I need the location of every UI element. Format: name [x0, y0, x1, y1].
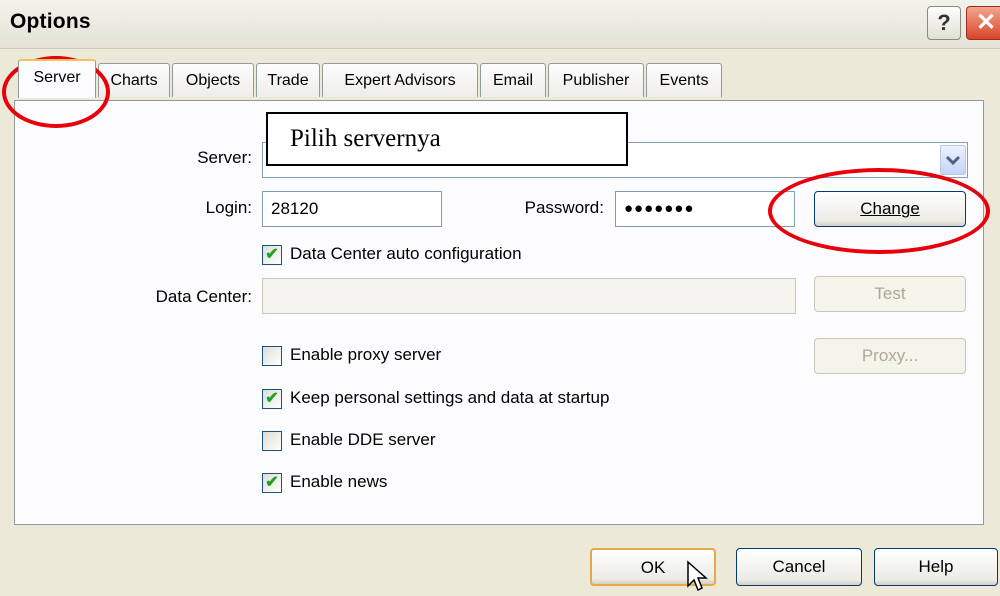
- login-label: Login:: [205, 198, 252, 217]
- data-center-auto-label: Data Center auto configuration: [290, 244, 522, 263]
- tab-email[interactable]: Email: [480, 63, 546, 97]
- close-button[interactable]: ✕: [966, 6, 1000, 40]
- help-button[interactable]: Help: [874, 548, 998, 586]
- enable-proxy-checkbox[interactable]: [262, 346, 282, 366]
- tab-events[interactable]: Events: [646, 63, 722, 97]
- tab-publisher[interactable]: Publisher: [548, 63, 644, 97]
- question-icon: ?: [937, 10, 951, 35]
- data-center-auto-checkbox[interactable]: ✔: [262, 245, 282, 265]
- annotation-callout: Pilih servernya: [266, 112, 628, 166]
- password-label: Password:: [524, 198, 604, 217]
- window-title: Options: [10, 10, 91, 33]
- data-center-label: Data Center:: [155, 287, 252, 306]
- enable-dde-checkbox[interactable]: [262, 431, 282, 451]
- close-icon: ✕: [975, 9, 997, 36]
- data-center-input[interactable]: [262, 278, 796, 314]
- proxy-button[interactable]: Proxy...: [814, 338, 966, 374]
- help-title-button[interactable]: ?: [927, 6, 961, 40]
- checkmark-icon: ✔: [265, 390, 279, 407]
- enable-dde-label: Enable DDE server: [290, 430, 436, 449]
- title-bar: [0, 0, 1000, 49]
- tab-trade[interactable]: Trade: [256, 63, 320, 97]
- change-button-highlight-circle: [768, 168, 990, 254]
- keep-settings-checkbox[interactable]: ✔: [262, 389, 282, 409]
- enable-news-checkbox[interactable]: ✔: [262, 473, 282, 493]
- keep-settings-label: Keep personal settings and data at start…: [290, 388, 610, 407]
- test-button[interactable]: Test: [814, 276, 966, 312]
- tab-objects[interactable]: Objects: [172, 63, 254, 97]
- server-label: Server:: [197, 148, 252, 167]
- mouse-pointer-icon: [687, 560, 708, 592]
- checkmark-icon: ✔: [265, 246, 279, 263]
- cancel-button[interactable]: Cancel: [736, 548, 862, 586]
- checkmark-icon: ✔: [265, 474, 279, 491]
- enable-proxy-label: Enable proxy server: [290, 345, 442, 364]
- tab-expert-advisors[interactable]: Expert Advisors: [322, 63, 478, 97]
- server-dropdown-button[interactable]: [940, 145, 966, 175]
- login-input[interactable]: 28120: [262, 191, 442, 227]
- tab-server[interactable]: Server: [18, 59, 96, 98]
- chevron-down-icon: [945, 155, 961, 166]
- enable-news-label: Enable news: [290, 472, 388, 491]
